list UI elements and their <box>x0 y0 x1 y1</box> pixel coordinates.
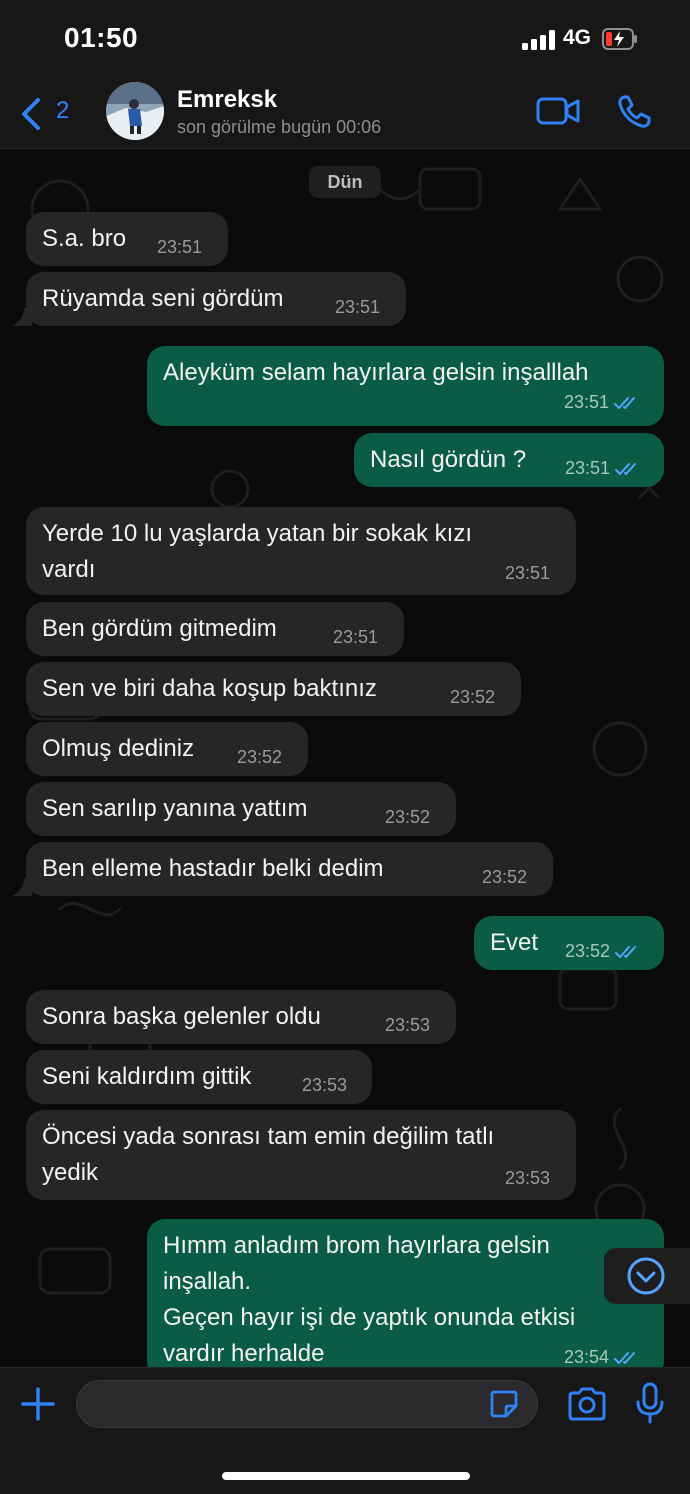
message-meta: 23:51 <box>565 458 642 479</box>
chat-header: 2 Emreksk son görülme bugün 00:06 <box>0 80 690 149</box>
message-text: Nasıl gördün ? <box>370 446 527 473</box>
message-time: 23:51 <box>333 627 379 647</box>
incoming-message[interactable]: S.a. bro 23:51 <box>26 212 228 266</box>
message-input[interactable] <box>76 1380 538 1428</box>
message-time: 23:51 <box>335 297 381 317</box>
message-time: 23:51 <box>157 237 203 257</box>
outgoing-message[interactable]: Nasıl gördün ? 23:51 <box>354 433 664 487</box>
message-text: Yerde 10 lu yaşlarda yatan bir sokak kız… <box>42 520 473 583</box>
microphone-icon[interactable] <box>634 1382 666 1424</box>
message-time: 23:53 <box>385 1015 431 1035</box>
chevron-down-icon <box>627 1257 665 1295</box>
back-unread-count[interactable]: 2 <box>56 97 69 125</box>
message-text: S.a. bro <box>42 225 127 252</box>
message-meta: 23:51 <box>157 237 202 258</box>
message-meta: 23:53 <box>302 1075 347 1096</box>
incoming-message[interactable]: Yerde 10 lu yaşlarda yatan bir sokak kız… <box>26 507 576 595</box>
read-receipt-icon <box>614 397 636 410</box>
signal-icon <box>522 30 556 50</box>
message-text: Olmuş dediniz <box>42 735 195 762</box>
message-text: Sen ve biri daha koşup baktınız <box>42 675 377 702</box>
contact-name[interactable]: Emreksk <box>177 86 277 114</box>
message-text: Ben gördüm gitmedim <box>42 615 277 642</box>
scroll-to-bottom-button[interactable] <box>604 1248 690 1304</box>
message-meta: 23:51 <box>335 297 380 318</box>
last-seen-status: son görülme bugün 00:06 <box>177 117 382 137</box>
message-meta: 23:52 <box>237 747 282 768</box>
message-meta: 23:53 <box>505 1168 550 1189</box>
message-meta: 23:52 <box>385 807 430 828</box>
message-time: 23:52 <box>237 747 283 767</box>
read-receipt-icon <box>615 946 637 959</box>
home-indicator <box>222 1472 470 1480</box>
message-time: 23:51 <box>564 392 610 412</box>
incoming-message[interactable]: Ben elleme hastadır belki dedim 23:52 <box>26 842 553 896</box>
outgoing-message[interactable]: Hımm anladım brom hayırlara gelsin inşal… <box>147 1219 664 1367</box>
read-receipt-icon <box>614 1352 636 1365</box>
camera-icon[interactable] <box>566 1386 608 1422</box>
message-text: Evet <box>490 929 539 956</box>
date-separator: Dün <box>309 166 381 198</box>
chat-area[interactable]: Dün S.a. bro 23:51 Rüyamda seni gördüm 23:5… <box>0 149 690 1367</box>
phone-call-icon[interactable] <box>616 94 652 130</box>
bubble-tail <box>12 878 32 896</box>
incoming-message[interactable]: Sen sarılıp yanına yattım 23:52 <box>26 782 456 836</box>
avatar[interactable] <box>106 82 164 140</box>
incoming-message[interactable]: Seni kaldırdım gittik 23:53 <box>26 1050 372 1104</box>
incoming-message[interactable]: Ben gördüm gitmedim 23:51 <box>26 602 404 656</box>
outgoing-message[interactable]: Evet 23:52 <box>474 916 664 970</box>
message-time: 23:52 <box>385 807 431 827</box>
sticker-icon[interactable] <box>488 1388 520 1420</box>
message-meta: 23:51 <box>564 392 641 413</box>
battery-icon <box>602 28 637 50</box>
video-call-icon[interactable] <box>536 96 580 126</box>
message-meta: 23:52 <box>565 941 642 962</box>
message-meta: 23:52 <box>450 687 495 708</box>
network-type: 4G <box>563 26 592 49</box>
message-time: 23:52 <box>482 867 528 887</box>
status-time: 01:50 <box>64 22 139 53</box>
message-text: Sonra başka gelenler oldu <box>42 1003 321 1030</box>
status-bar: 01:50 4G <box>0 0 690 80</box>
incoming-message[interactable]: Olmuş dediniz 23:52 <box>26 722 308 776</box>
message-text: Öncesi yada sonrası tam emin değilim tat… <box>42 1123 495 1186</box>
message-text: Aleyküm selam hayırlara gelsin inşalllah <box>163 359 589 386</box>
message-time: 23:53 <box>505 1168 551 1188</box>
message-meta: 23:54 <box>564 1347 641 1367</box>
message-meta: 23:51 <box>333 627 378 648</box>
message-text: Sen sarılıp yanına yattım <box>42 795 308 822</box>
message-time: 23:53 <box>302 1075 348 1095</box>
outgoing-message[interactable]: Aleyküm selam hayırlara gelsin inşalllah… <box>147 346 664 426</box>
message-text: Ben elleme hastadır belki dedim <box>42 855 384 882</box>
message-time: 23:52 <box>450 687 496 707</box>
read-receipt-icon <box>615 463 637 476</box>
incoming-message[interactable]: Sonra başka gelenler oldu 23:53 <box>26 990 456 1044</box>
message-meta: 23:51 <box>505 563 550 584</box>
incoming-message[interactable]: Rüyamda seni gördüm 23:51 <box>26 272 406 326</box>
incoming-message[interactable]: Sen ve biri daha koşup baktınız 23:52 <box>26 662 521 716</box>
message-meta: 23:53 <box>385 1015 430 1036</box>
message-time: 23:54 <box>564 1347 610 1367</box>
incoming-message[interactable]: Öncesi yada sonrası tam emin değilim tat… <box>26 1110 576 1200</box>
message-text: Hımm anladım brom hayırlara gelsin inşal… <box>163 1232 576 1367</box>
plus-icon[interactable] <box>20 1386 56 1422</box>
message-time: 23:51 <box>565 458 611 478</box>
message-meta: 23:52 <box>482 867 527 888</box>
message-time: 23:52 <box>565 941 611 961</box>
message-time: 23:51 <box>505 563 551 583</box>
bubble-tail <box>12 308 32 326</box>
message-text: Rüyamda seni gördüm <box>42 285 284 312</box>
message-text: Seni kaldırdım gittik <box>42 1063 252 1090</box>
